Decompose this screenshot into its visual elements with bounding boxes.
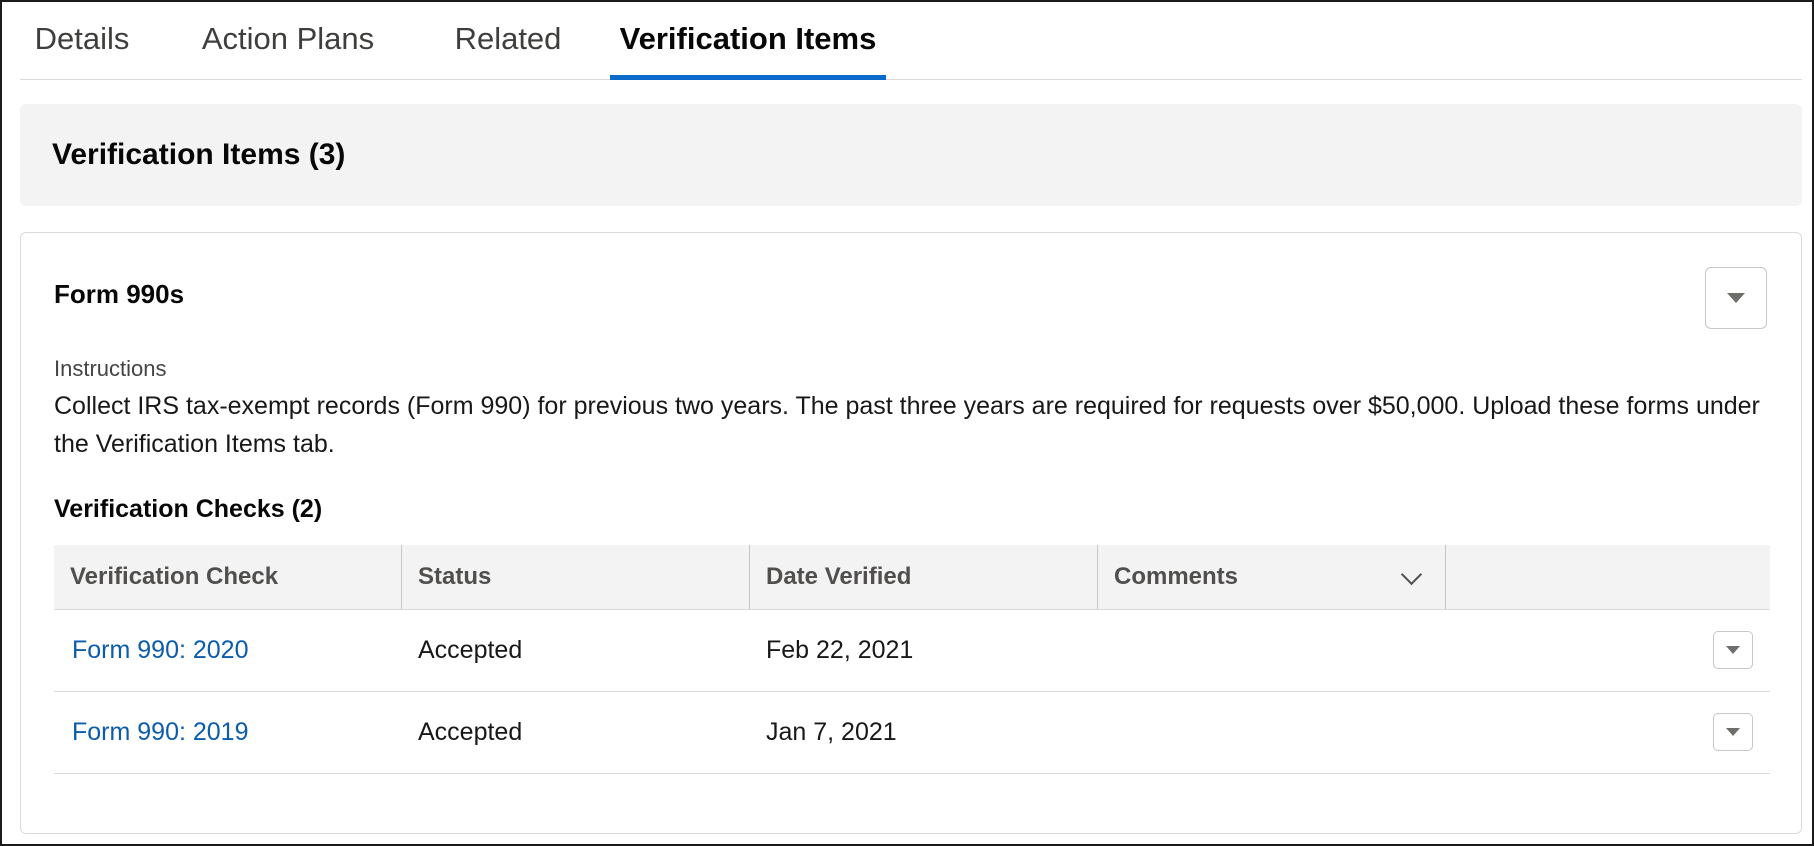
verification-item-card: Form 990s Instructions Collect IRS tax-e… (20, 232, 1802, 834)
verification-checks-title: Verification Checks (2) (54, 495, 323, 523)
column-header-label: Verification Check (70, 563, 279, 590)
verification-check-link[interactable]: Form 990: 2019 (54, 692, 402, 773)
tab-verification-items[interactable]: Verification Items (610, 2, 886, 80)
table-row: Form 990: 2019 Accepted Jan 7, 2021 (54, 692, 1770, 774)
column-header-label: Comments (1114, 563, 1239, 590)
comments-cell (1098, 610, 1446, 691)
column-header-comments[interactable]: Comments (1098, 545, 1446, 609)
row-menu-button[interactable] (1713, 631, 1753, 669)
table-header: Verification Check Status Date Verified … (54, 545, 1770, 610)
tab-details[interactable]: Details (20, 2, 144, 79)
tab-action-plans[interactable]: Action Plans (190, 2, 386, 79)
row-menu-button[interactable] (1713, 713, 1753, 751)
chevron-down-icon (1727, 293, 1745, 303)
column-header-label: Status (418, 563, 492, 590)
tab-related[interactable]: Related (430, 2, 586, 79)
comments-cell (1098, 692, 1446, 773)
column-header-status[interactable]: Status (402, 545, 750, 609)
verification-checks-table: Verification Check Status Date Verified … (54, 545, 1770, 774)
app-frame: Details Action Plans Related Verificatio… (0, 0, 1814, 846)
status-cell: Accepted (418, 718, 523, 746)
tab-bar: Details Action Plans Related Verificatio… (20, 2, 1802, 80)
chevron-down-icon (1726, 646, 1740, 654)
column-header-date-verified[interactable]: Date Verified (750, 545, 1098, 609)
section-header: Verification Items (3) (20, 104, 1802, 206)
section-title: Verification Items (3) (52, 138, 346, 171)
status-cell: Accepted (418, 636, 523, 664)
date-verified-cell: Jan 7, 2021 (766, 718, 897, 746)
item-menu-button[interactable] (1705, 267, 1767, 329)
chevron-down-icon (1726, 728, 1740, 736)
date-verified-cell: Feb 22, 2021 (766, 636, 914, 664)
column-header-verification-check[interactable]: Verification Check (54, 545, 402, 609)
instructions-label: Instructions (54, 356, 167, 381)
verification-check-link[interactable]: Form 990: 2020 (54, 610, 402, 691)
column-header-label: Date Verified (766, 563, 912, 590)
chevron-down-icon[interactable] (1400, 563, 1423, 586)
item-title: Form 990s (54, 279, 185, 309)
instructions-text: Collect IRS tax-exempt records (Form 990… (54, 392, 1760, 458)
table-row: Form 990: 2020 Accepted Feb 22, 2021 (54, 610, 1770, 692)
